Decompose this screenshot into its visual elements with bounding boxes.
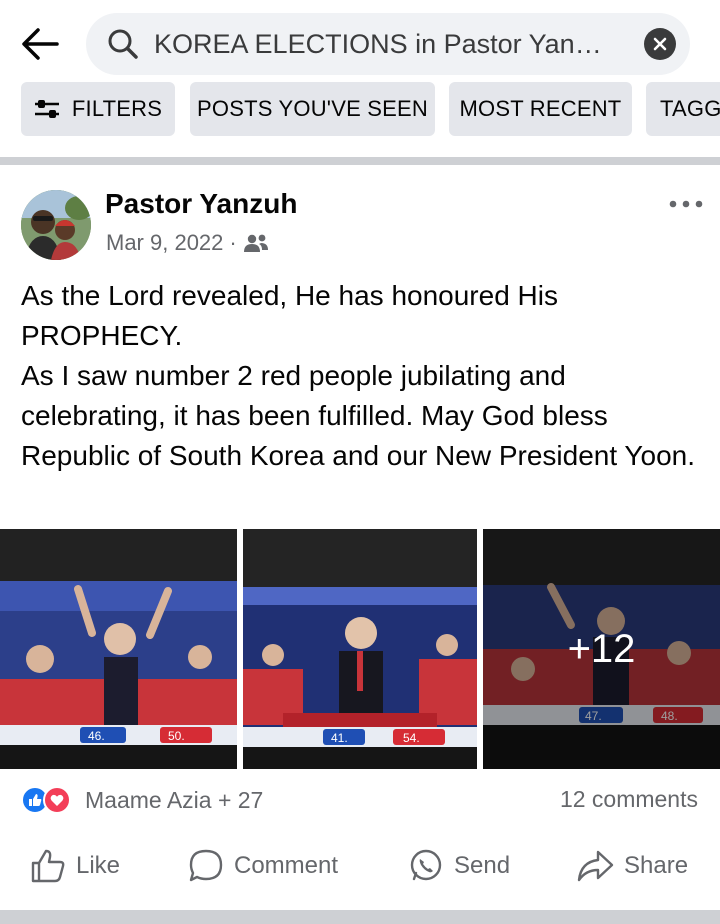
filter-chips: FILTERS POSTS YOU'VE SEEN MOST RECENT TA… — [0, 82, 720, 138]
reactions-text: Maame Azia + 27 — [85, 786, 264, 813]
most-recent-chip[interactable]: MOST RECENT — [449, 82, 632, 136]
share-arrow-icon — [577, 850, 614, 882]
posts-seen-chip-label: POSTS YOU'VE SEEN — [197, 96, 428, 121]
filters-chip-label: FILTERS — [71, 96, 163, 121]
search-header: KOREA ELECTIONS in Pastor Yanzuh — [0, 0, 720, 84]
more-horizontal-icon — [669, 200, 703, 208]
meta-separator: · — [229, 230, 237, 255]
search-query[interactable]: KOREA ELECTIONS in Pastor Yanzuh — [154, 27, 614, 61]
send-button[interactable]: Send — [408, 838, 510, 894]
post-paragraph: As I saw number 2 red people jubilating … — [21, 360, 696, 471]
photo-bar-left: 46. — [88, 729, 105, 743]
post-author-name[interactable]: Pastor Yanzuh — [105, 188, 297, 220]
search-input[interactable]: KOREA ELECTIONS in Pastor Yanzuh — [86, 13, 690, 75]
post-body: As the Lord revealed, He has honoured Hi… — [21, 276, 701, 476]
post-photo[interactable]: 46. 50. — [0, 529, 237, 769]
love-reaction-icon — [43, 786, 71, 814]
section-divider — [0, 910, 720, 924]
comment-label: Comment — [234, 852, 339, 879]
tv-election-photo: 46. 50. — [0, 529, 237, 769]
back-button[interactable] — [18, 22, 62, 66]
thumbs-up-icon — [31, 849, 65, 883]
photo-bar-right: 54. — [403, 731, 420, 745]
more-photos-count: +12 — [567, 627, 636, 671]
photo-bar-left: 41. — [331, 731, 348, 745]
post-date[interactable]: Mar 9, 2022 — [106, 230, 223, 256]
search-icon — [108, 29, 138, 59]
reaction-badges — [21, 785, 79, 815]
sliders-icon — [34, 100, 59, 118]
comments-count[interactable]: 12 comments — [560, 786, 698, 813]
tagged-chip-label: TAGG — [660, 96, 720, 121]
photo-bar-right: 50. — [168, 729, 185, 743]
close-icon — [653, 37, 667, 51]
tagged-chip[interactable]: TAGG — [646, 82, 720, 136]
comment-button[interactable]: Comment — [188, 838, 338, 894]
author-avatar[interactable] — [21, 190, 91, 260]
posts-seen-chip[interactable]: POSTS YOU'VE SEEN — [190, 82, 435, 136]
post-options-button[interactable] — [664, 192, 708, 216]
friends-icon — [243, 234, 268, 252]
post-paragraph: As the Lord revealed, He has honoured Hi… — [21, 280, 558, 351]
thumbs-up-icon — [29, 794, 42, 806]
post-meta: Mar 9, 2022 · — [106, 230, 269, 256]
heart-icon — [50, 794, 64, 806]
send-label: Send — [454, 852, 511, 879]
share-button[interactable]: Share — [576, 838, 688, 894]
tv-election-photo: 41. 54. — [243, 529, 477, 769]
share-label: Share — [624, 852, 689, 879]
messenger-icon — [410, 849, 442, 881]
reactions-summary[interactable]: Maame Azia + 27 — [21, 785, 263, 815]
arrow-left-icon — [22, 28, 59, 60]
clear-search-button[interactable] — [644, 28, 676, 60]
post-action-bar: Like Comment Send Share — [0, 838, 720, 894]
post-photo[interactable]: 41. 54. — [243, 529, 477, 769]
like-label: Like — [76, 852, 121, 879]
photo-grid: 46. 50. 41. 54. +12 — [0, 529, 720, 769]
like-button[interactable]: Like — [30, 838, 120, 894]
filters-chip[interactable]: FILTERS — [21, 82, 175, 136]
most-recent-chip-label: MOST RECENT — [459, 96, 622, 121]
avatar-photo — [21, 190, 91, 260]
post-photo-more[interactable]: 47. 48. +12 — [483, 529, 720, 769]
comment-bubble-icon — [189, 849, 223, 882]
section-divider — [0, 157, 720, 165]
